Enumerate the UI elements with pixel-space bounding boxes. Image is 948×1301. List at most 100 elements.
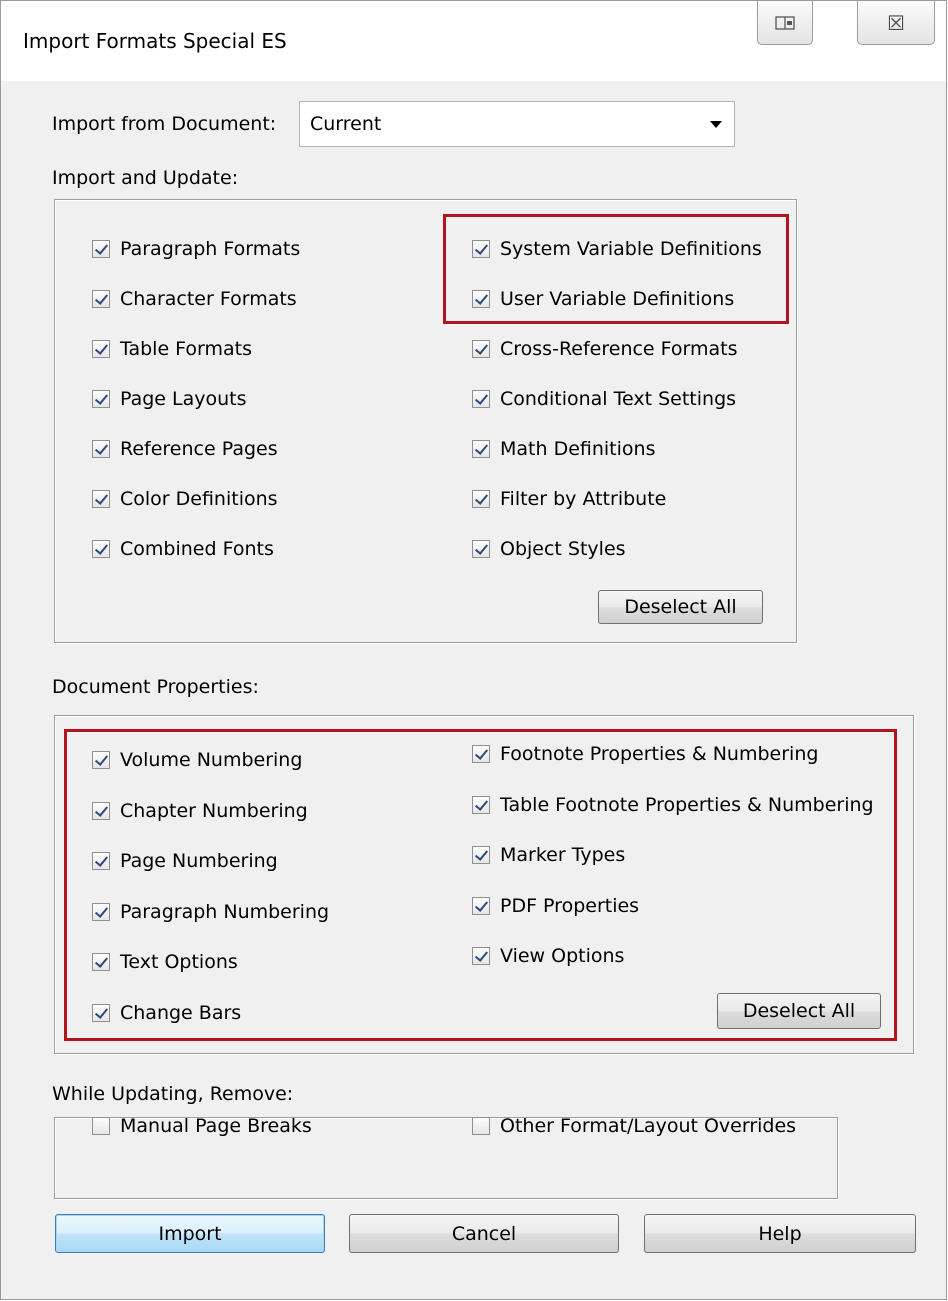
checkbox-checked-icon[interactable] [92, 852, 110, 870]
checkbox-table-footnote-properties-and-numbering[interactable]: Table Footnote Properties & Numbering [472, 794, 874, 816]
checkbox-label: Object Styles [500, 538, 626, 560]
checkbox-chapter-numbering[interactable]: Chapter Numbering [92, 800, 308, 822]
checkbox-label: Cross-Reference Formats [500, 338, 738, 360]
checkbox-label: Footnote Properties & Numbering [500, 743, 819, 765]
checkbox-page-layouts[interactable]: Page Layouts [92, 388, 247, 410]
checkbox-unchecked-icon[interactable] [92, 1117, 110, 1135]
checkbox-label: Character Formats [120, 288, 297, 310]
checkbox-text-options[interactable]: Text Options [92, 951, 238, 973]
checkbox-label: User Variable Definitions [500, 288, 735, 310]
checkbox-change-bars[interactable]: Change Bars [92, 1002, 241, 1024]
checkbox-checked-icon[interactable] [472, 440, 490, 458]
checkbox-label: Page Numbering [120, 850, 278, 872]
checkbox-label: Math Definitions [500, 438, 656, 460]
deselect-all-properties-button[interactable]: Deselect All [717, 993, 881, 1029]
checkbox-label: Chapter Numbering [120, 799, 308, 822]
import-formats-dialog: Import Formats Special ES ☒ Import from … [0, 0, 947, 1300]
checkbox-label: Other Format/Layout Overrides [500, 1115, 797, 1137]
checkbox-label: View Options [500, 945, 625, 967]
checkbox-label: Reference Pages [120, 438, 278, 460]
checkbox-paragraph-formats[interactable]: Paragraph Formats [92, 238, 300, 260]
title-bar: Import Formats Special ES ☒ [1, 1, 946, 81]
document-properties-label: Document Properties: [52, 676, 259, 698]
chevron-down-icon [710, 121, 722, 128]
close-button[interactable]: ☒ [857, 1, 935, 45]
help-button[interactable]: Help [644, 1214, 916, 1253]
checkbox-label: Manual Page Breaks [120, 1115, 312, 1137]
checkbox-checked-icon[interactable] [92, 540, 110, 558]
checkbox-label: PDF Properties [500, 894, 640, 917]
cancel-button[interactable]: Cancel [349, 1214, 619, 1253]
checkbox-marker-types[interactable]: Marker Types [472, 844, 625, 866]
checkbox-conditional-text-settings[interactable]: Conditional Text Settings [472, 388, 736, 410]
checkbox-footnote-properties-and-numbering[interactable]: Footnote Properties & Numbering [472, 743, 818, 765]
checkbox-label: Conditional Text Settings [500, 388, 737, 410]
checkbox-checked-icon[interactable] [472, 745, 490, 763]
checkbox-checked-icon[interactable] [92, 902, 110, 921]
checkbox-checked-icon[interactable] [92, 290, 110, 308]
checkbox-checked-icon[interactable] [472, 390, 490, 408]
restore-button[interactable] [757, 1, 813, 45]
checkbox-reference-pages[interactable]: Reference Pages [92, 438, 278, 460]
checkbox-checked-icon[interactable] [472, 947, 490, 965]
checkbox-label: Text Options [120, 951, 238, 973]
while-updating-remove-label: While Updating, Remove: [52, 1083, 294, 1105]
checkbox-checked-icon[interactable] [92, 751, 110, 769]
checkbox-label: Marker Types [500, 844, 626, 866]
checkbox-pdf-properties[interactable]: PDF Properties [472, 895, 639, 917]
checkbox-label: Color Definitions [120, 488, 278, 510]
checkbox-label: Page Layouts [120, 388, 247, 410]
restore-icon [775, 15, 795, 30]
checkbox-checked-icon[interactable] [472, 540, 490, 558]
checkbox-checked-icon[interactable] [92, 240, 110, 258]
checkbox-label: Table Footnote Properties & Numbering [500, 793, 874, 816]
checkbox-checked-icon[interactable] [92, 1003, 110, 1022]
checkbox-label: Paragraph Formats [120, 238, 301, 260]
checkbox-label: Change Bars [120, 1001, 242, 1024]
checkbox-checked-icon[interactable] [92, 390, 110, 408]
checkbox-checked-icon[interactable] [472, 846, 490, 864]
checkbox-label: Volume Numbering [120, 749, 303, 771]
import-from-label: Import from Document: [52, 113, 277, 135]
checkbox-table-formats[interactable]: Table Formats [92, 338, 252, 360]
deselect-all-import-button[interactable]: Deselect All [598, 590, 763, 624]
checkbox-filter-by-attribute[interactable]: Filter by Attribute [472, 488, 666, 510]
import-from-dropdown[interactable]: Current [299, 101, 735, 147]
checkbox-checked-icon[interactable] [92, 801, 110, 820]
checkbox-color-definitions[interactable]: Color Definitions [92, 488, 278, 510]
checkbox-checked-icon[interactable] [472, 340, 490, 358]
close-icon: ☒ [887, 10, 905, 35]
checkbox-page-numbering[interactable]: Page Numbering [92, 850, 278, 872]
checkbox-paragraph-numbering[interactable]: Paragraph Numbering [92, 901, 329, 923]
checkbox-checked-icon[interactable] [92, 440, 110, 458]
checkbox-label: Combined Fonts [120, 538, 274, 560]
dialog-title: Import Formats Special ES [23, 29, 287, 53]
checkbox-checked-icon[interactable] [92, 340, 110, 358]
checkbox-label: System Variable Definitions [500, 238, 762, 260]
import-button[interactable]: Import [55, 1214, 325, 1253]
checkbox-cross-reference-formats[interactable]: Cross-Reference Formats [472, 338, 738, 360]
import-from-value: Current [310, 113, 382, 135]
checkbox-checked-icon[interactable] [92, 490, 110, 508]
checkbox-checked-icon[interactable] [92, 953, 110, 971]
checkbox-other-format-layout-overrides[interactable]: Other Format/Layout Overrides [472, 1115, 796, 1137]
checkbox-combined-fonts[interactable]: Combined Fonts [92, 538, 274, 560]
checkbox-system-variable-definitions[interactable]: System Variable Definitions [472, 238, 762, 260]
checkbox-object-styles[interactable]: Object Styles [472, 538, 626, 560]
checkbox-label: Filter by Attribute [500, 488, 667, 510]
checkbox-label: Table Formats [120, 338, 253, 360]
checkbox-user-variable-definitions[interactable]: User Variable Definitions [472, 288, 734, 310]
checkbox-checked-icon[interactable] [472, 795, 490, 814]
checkbox-checked-icon[interactable] [472, 490, 490, 508]
checkbox-unchecked-icon[interactable] [472, 1117, 490, 1135]
checkbox-volume-numbering[interactable]: Volume Numbering [92, 749, 302, 771]
checkbox-checked-icon[interactable] [472, 896, 490, 915]
checkbox-character-formats[interactable]: Character Formats [92, 288, 297, 310]
checkbox-checked-icon[interactable] [472, 290, 490, 308]
checkbox-label: Paragraph Numbering [120, 900, 330, 923]
checkbox-checked-icon[interactable] [472, 240, 490, 258]
checkbox-math-definitions[interactable]: Math Definitions [472, 438, 655, 460]
checkbox-view-options[interactable]: View Options [472, 945, 624, 967]
import-update-label: Import and Update: [52, 167, 239, 189]
checkbox-manual-page-breaks[interactable]: Manual Page Breaks [92, 1115, 312, 1137]
